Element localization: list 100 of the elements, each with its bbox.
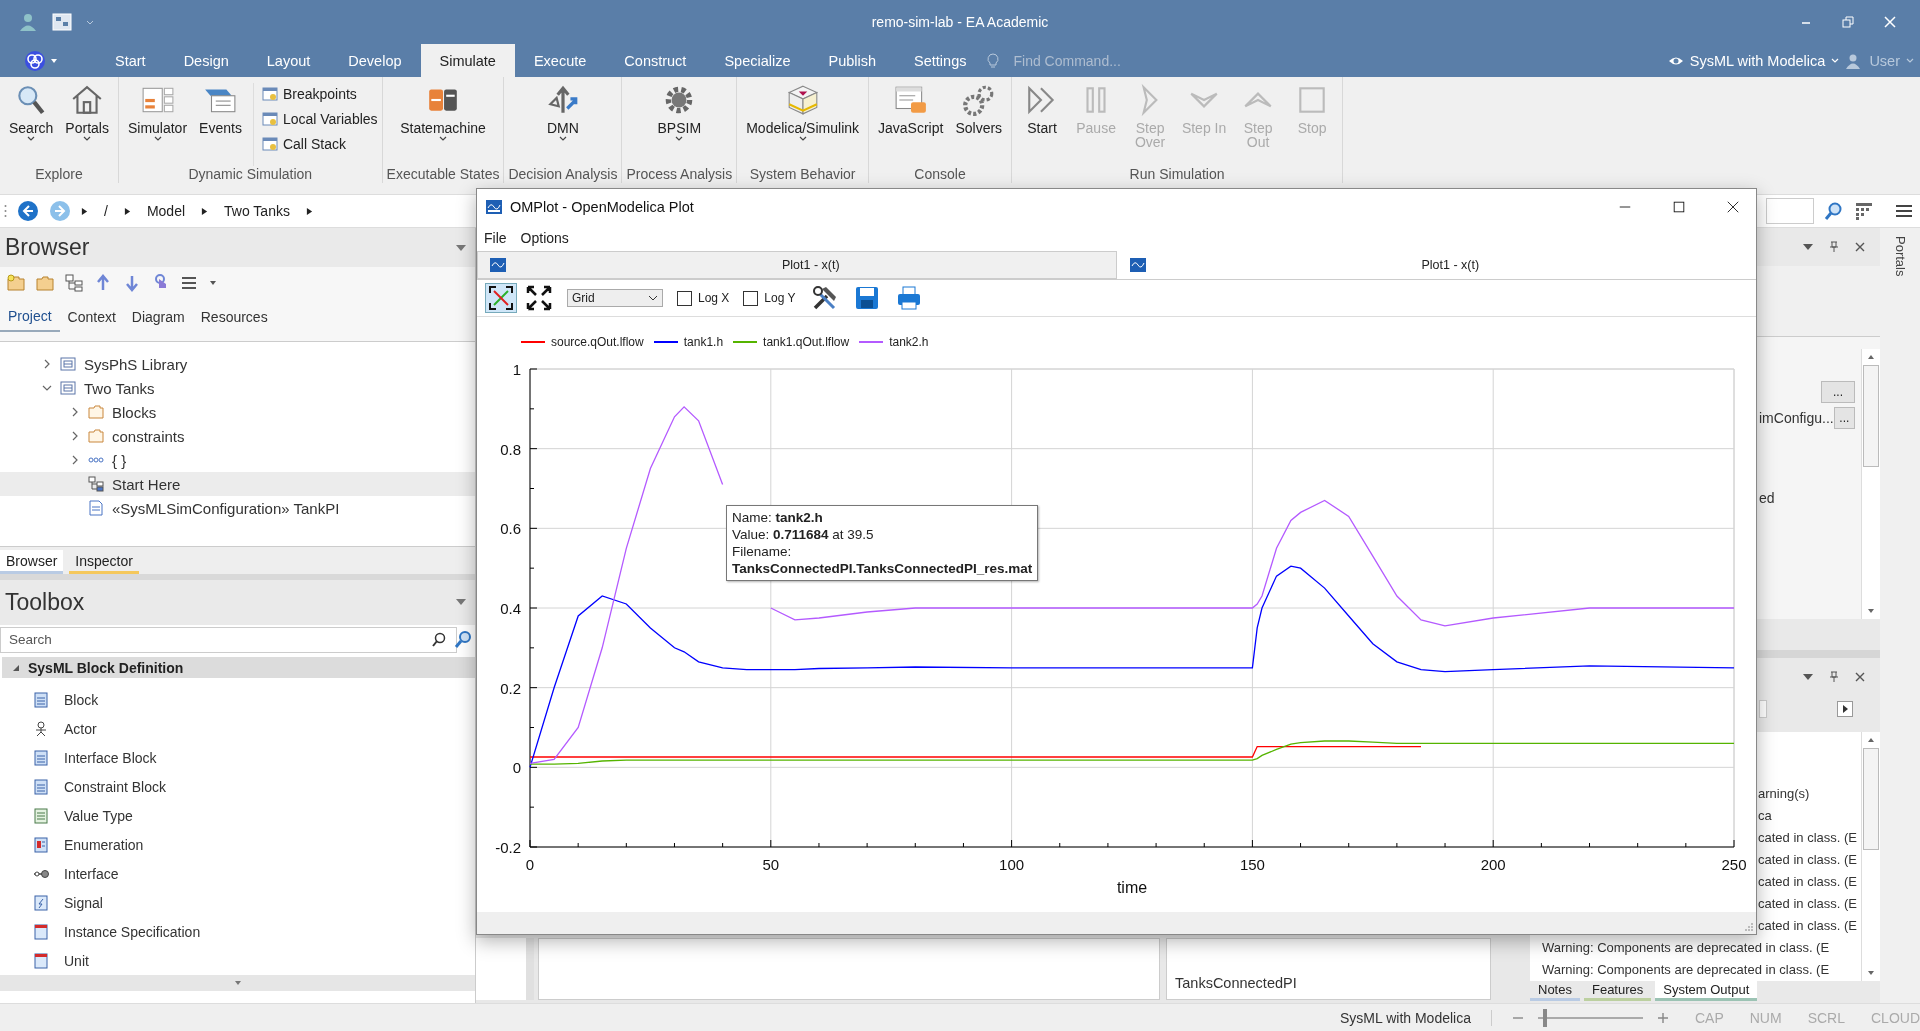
ribbon-tab[interactable]: Simulate: [420, 44, 515, 77]
panel-tab[interactable]: Browser: [0, 550, 64, 575]
ribbon-button[interactable]: Solvers: [950, 83, 1008, 166]
expander-icon[interactable]: [70, 455, 80, 466]
chevron-icon[interactable]: [201, 206, 209, 216]
legend-item[interactable]: tank1.qOut.lflow: [733, 335, 850, 349]
tree-item[interactable]: Two Tanks: [0, 376, 475, 401]
caret-icon[interactable]: [50, 56, 58, 65]
chevron-icon[interactable]: [305, 206, 313, 216]
toolbox-item[interactable]: Unit: [0, 946, 475, 976]
legend-item[interactable]: source.qOut.lflow: [521, 335, 644, 349]
toolbox-item[interactable]: Block: [0, 685, 475, 715]
maximize-icon[interactable]: [1672, 200, 1686, 214]
toolbox-item[interactable]: Enumeration: [0, 830, 475, 860]
ribbon-button[interactable]: Search: [4, 83, 59, 166]
tree-item[interactable]: Blocks: [0, 400, 475, 425]
pin-icon[interactable]: [1828, 671, 1840, 683]
ribbon-tab[interactable]: Design: [164, 44, 248, 77]
ribbon-tab[interactable]: Publish: [809, 44, 896, 77]
search-field[interactable]: [1766, 198, 1814, 224]
ribbon-tab[interactable]: Start: [96, 44, 165, 77]
scroll-right-icon[interactable]: [1837, 701, 1853, 717]
browse-button[interactable]: ...: [1833, 407, 1855, 429]
toolbox-item[interactable]: Signal: [0, 888, 475, 918]
restore-icon[interactable]: [1840, 14, 1856, 30]
view-tab[interactable]: Project: [0, 301, 60, 332]
tree-item[interactable]: «SysMLSimConfiguration» TankPI: [0, 496, 475, 521]
portals-tab[interactable]: Portals: [1892, 236, 1908, 277]
ribbon-button[interactable]: Events: [194, 83, 247, 166]
chevron-icon[interactable]: [123, 206, 131, 216]
grid-icon[interactable]: [1854, 201, 1874, 221]
search-icon[interactable]: [431, 631, 447, 648]
legend-item[interactable]: tank1.h: [653, 335, 724, 349]
scroll-up-icon[interactable]: [1867, 736, 1875, 744]
scrollbar-thumb[interactable]: [1759, 700, 1767, 718]
breadcrumb-item[interactable]: Two Tanks: [224, 203, 290, 219]
caret-icon[interactable]: [1831, 56, 1840, 65]
save-icon[interactable]: [853, 285, 880, 311]
checkbox-label[interactable]: Log Y: [764, 291, 796, 305]
checkbox-label[interactable]: Log X: [698, 291, 730, 305]
ribbon-button[interactable]: Statemachine: [395, 83, 491, 166]
ribbon-button[interactable]: BPSIM: [652, 83, 707, 166]
legend-item[interactable]: tank2.h: [859, 335, 929, 349]
toolbox-item[interactable]: Interface Block: [0, 743, 475, 773]
toolbox-item[interactable]: Value Type: [0, 801, 475, 831]
view-tab[interactable]: Context: [59, 301, 124, 332]
view-tab[interactable]: Resources: [192, 301, 276, 332]
menu-item[interactable]: File: [484, 230, 507, 246]
expander-icon[interactable]: [42, 359, 52, 370]
new-folder-icon[interactable]: [6, 272, 26, 293]
tree-item[interactable]: Start Here: [0, 472, 475, 497]
chevron-icon[interactable]: [81, 206, 88, 216]
ribbon-button[interactable]: Simulator: [122, 83, 193, 166]
perspective-menu[interactable]: SysML with Modelica: [1689, 52, 1826, 69]
toolbox-item[interactable]: Constraint Block: [0, 772, 475, 802]
print-icon[interactable]: [895, 285, 922, 311]
ribbon-tab[interactable]: Execute: [514, 44, 606, 77]
menu-item[interactable]: Options: [520, 230, 569, 246]
pin-icon[interactable]: [1828, 241, 1840, 253]
ribbon-button[interactable]: DMN: [540, 83, 585, 166]
checkbox[interactable]: [677, 290, 692, 306]
tree-item[interactable]: constraints: [0, 424, 475, 449]
scrollbar[interactable]: [1861, 732, 1880, 981]
scroll-down-icon[interactable]: [1867, 607, 1875, 615]
tree-item[interactable]: { }: [0, 448, 475, 473]
ribbon-tab[interactable]: Settings: [895, 44, 986, 77]
toolbox-item[interactable]: Interface: [0, 859, 475, 889]
scrollbar-thumb[interactable]: [1863, 365, 1879, 467]
browse-button[interactable]: ...: [1821, 381, 1855, 403]
tools-icon[interactable]: [811, 285, 838, 311]
ribbon-small-button[interactable]: Call Stack: [261, 133, 378, 155]
diagram-icon[interactable]: [52, 12, 72, 32]
back-icon[interactable]: [17, 200, 39, 222]
scrollbar-thumb[interactable]: [1863, 748, 1879, 850]
ribbon-button[interactable]: Modelica/Simulink: [741, 83, 865, 166]
ribbon-small-button[interactable]: Local Variables: [261, 108, 378, 130]
panel-tab[interactable]: System Output: [1655, 981, 1758, 1001]
ribbon-button[interactable]: JavaScript: [873, 83, 949, 166]
toolbox-item[interactable]: Instance Specification: [0, 917, 475, 947]
view-tab[interactable]: Diagram: [123, 301, 193, 332]
ribbon-tab[interactable]: Develop: [329, 44, 421, 77]
checkbox[interactable]: [743, 290, 759, 306]
grip-icon[interactable]: [4, 203, 7, 219]
breadcrumb-item[interactable]: /: [104, 203, 108, 219]
ribbon-button[interactable]: Portals: [60, 83, 114, 166]
scroll-down-icon[interactable]: [1867, 969, 1875, 977]
hierarchy-icon[interactable]: [64, 272, 84, 293]
ribbon-small-button[interactable]: Breakpoints: [261, 83, 378, 105]
scroll-up-icon[interactable]: [1867, 353, 1875, 361]
caret-icon[interactable]: [209, 278, 217, 287]
ribbon-tab[interactable]: Specialize: [705, 44, 810, 77]
ribbon-button[interactable]: Start: [1016, 83, 1069, 166]
slider-thumb[interactable]: [1543, 1008, 1548, 1027]
toolbox-section-header[interactable]: SysML Block Definition: [2, 656, 475, 679]
fit-button[interactable]: [485, 283, 517, 313]
search-field[interactable]: Search: [0, 626, 457, 653]
tree-item[interactable]: SysPhS Library: [0, 352, 475, 377]
logo-icon[interactable]: [24, 49, 46, 72]
ribbon-tab[interactable]: Construct: [605, 44, 706, 77]
resize-grip-icon[interactable]: [1744, 922, 1754, 932]
